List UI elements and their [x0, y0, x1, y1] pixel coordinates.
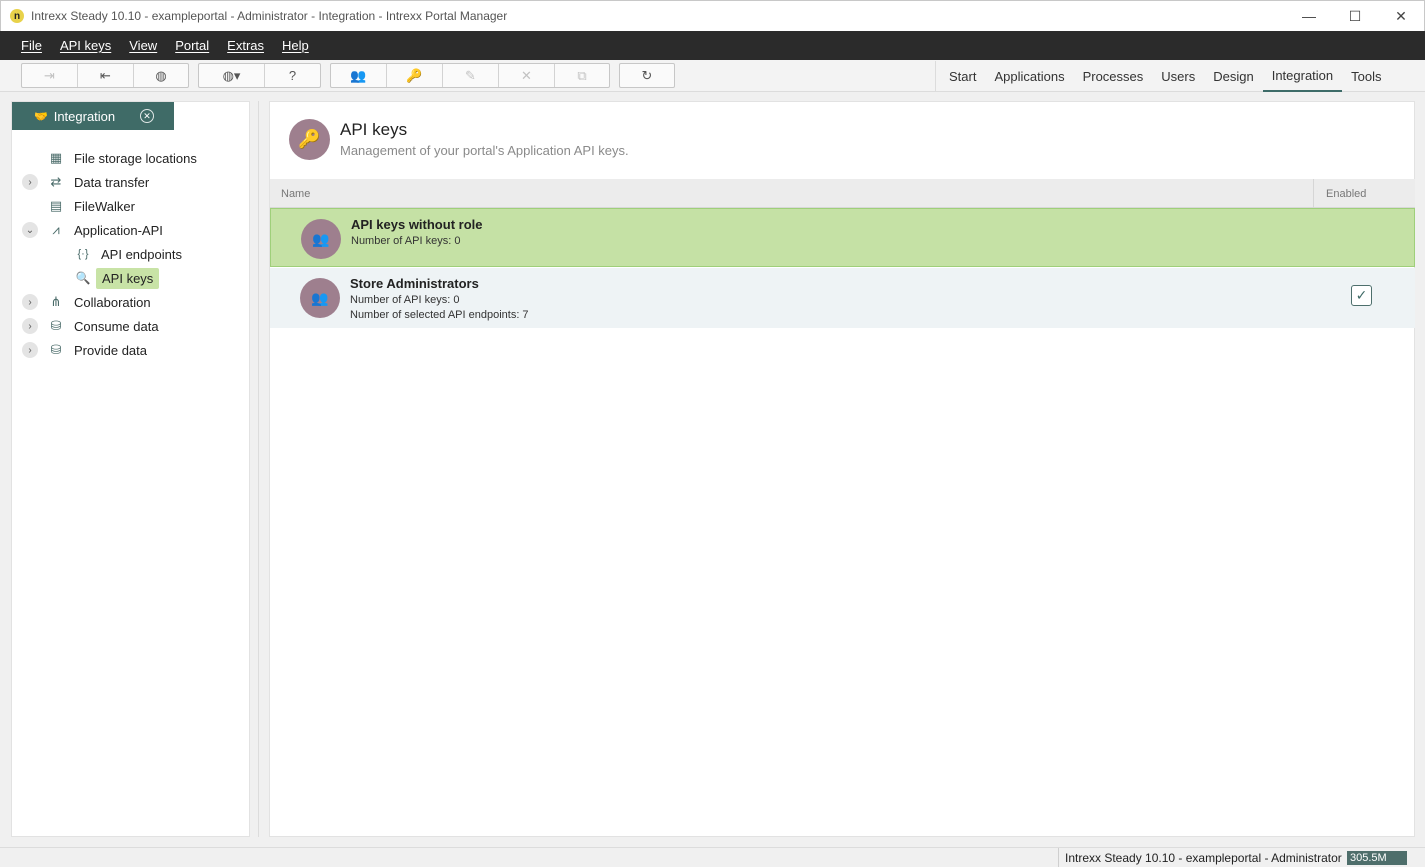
- key-icon[interactable]: 🔑: [387, 64, 443, 87]
- tree-item-provide-data[interactable]: › ⛁ Provide data: [12, 338, 249, 362]
- refresh-icon[interactable]: ↻: [620, 64, 674, 87]
- role-group-icon: 👥: [300, 278, 340, 318]
- tab-integration[interactable]: Integration: [1262, 61, 1343, 92]
- window-title: Intrexx Steady 10.10 - exampleportal - A…: [31, 9, 508, 23]
- table-header: Name Enabled: [270, 179, 1415, 208]
- tab-design[interactable]: Design: [1204, 61, 1262, 92]
- copy-icon[interactable]: ⧉: [555, 64, 609, 87]
- tree-item-collaboration[interactable]: › ⋔ Collaboration: [12, 290, 249, 314]
- tree-item-file-storage-locations[interactable]: ▦ File storage locations: [12, 146, 249, 170]
- tree-item-label: FileWalker: [74, 198, 135, 214]
- login-icon[interactable]: ⇥: [22, 64, 78, 87]
- minimize-button[interactable]: —: [1286, 1, 1332, 31]
- window-controls: — ☐ ✕: [1286, 1, 1424, 31]
- enabled-checkbox[interactable]: ✓: [1351, 285, 1372, 306]
- tab-tools[interactable]: Tools: [1342, 61, 1390, 92]
- logout-icon[interactable]: ⇤: [78, 64, 134, 87]
- column-header-enabled[interactable]: Enabled: [1313, 179, 1415, 208]
- row-title: API keys without role: [351, 217, 483, 232]
- edit-icon[interactable]: ✎: [443, 64, 499, 87]
- toolbar-group-help: ◍▾ ?: [198, 63, 321, 88]
- api-icon: ⩘: [52, 222, 60, 237]
- tree-item-label: Data transfer: [74, 174, 150, 190]
- status-bar: Intrexx Steady 10.10 - exampleportal - A…: [0, 847, 1425, 867]
- tree-item-label: Provide data: [74, 342, 147, 358]
- collaboration-icon: ⋔: [50, 294, 62, 309]
- row-title: Store Administrators: [350, 276, 479, 291]
- globe-icon[interactable]: ◍: [134, 64, 188, 87]
- roles-icon[interactable]: 👥: [331, 64, 387, 87]
- menu-extras[interactable]: Extras: [218, 38, 273, 53]
- tree-item-filewalker[interactable]: ▤ FileWalker: [12, 194, 249, 218]
- menu-bar: File API keys View Portal Extras Help: [0, 31, 1425, 60]
- integration-tree: ▦ File storage locations › ⇄ Data transf…: [12, 146, 249, 362]
- tree-item-label: File storage locations: [74, 150, 197, 166]
- menu-file[interactable]: File: [12, 38, 51, 53]
- row-api-key-count: Number of API keys: 0: [350, 294, 460, 306]
- menu-help[interactable]: Help: [273, 38, 318, 53]
- row-endpoint-count: Number of selected API endpoints: 7: [350, 309, 529, 321]
- tree-item-api-endpoints[interactable]: {·} API endpoints: [12, 242, 249, 266]
- menu-portal[interactable]: Portal: [166, 38, 218, 53]
- tree-item-label: Consume data: [74, 318, 159, 334]
- toolbar-group-refresh: ↻: [619, 63, 675, 88]
- title-bar: n Intrexx Steady 10.10 - exampleportal -…: [0, 0, 1425, 31]
- menu-view[interactable]: View: [120, 38, 166, 53]
- tree-item-label: API endpoints: [101, 246, 182, 262]
- close-button[interactable]: ✕: [1378, 1, 1424, 31]
- handshake-icon: 🤝: [34, 110, 48, 123]
- tab-start[interactable]: Start: [940, 61, 985, 92]
- toolbar-group-portal: ⇥ ⇤ ◍: [21, 63, 189, 88]
- tab-processes[interactable]: Processes: [1074, 61, 1153, 92]
- page-subtitle: Management of your portal's Application …: [340, 143, 629, 158]
- table-row[interactable]: 👥 API keys without role Number of API ke…: [270, 208, 1415, 267]
- row-api-key-count: Number of API keys: 0: [351, 235, 461, 247]
- integration-panel-tab[interactable]: 🤝 Integration ✕: [12, 102, 174, 130]
- menu-api-keys[interactable]: API keys: [51, 38, 120, 53]
- tree-item-label: Collaboration: [74, 294, 151, 310]
- transfer-icon: ⇄: [50, 174, 62, 189]
- status-text: Intrexx Steady 10.10 - exampleportal - A…: [1058, 848, 1342, 867]
- tree-item-application-api[interactable]: ⌄ ⩘ Application-API: [12, 218, 249, 242]
- expand-icon[interactable]: ›: [22, 342, 38, 358]
- expand-icon[interactable]: ›: [22, 174, 38, 190]
- database-icon: ⛁: [50, 342, 62, 357]
- tab-applications[interactable]: Applications: [985, 61, 1073, 92]
- close-tab-icon[interactable]: ✕: [140, 109, 154, 123]
- maximize-button[interactable]: ☐: [1332, 1, 1378, 31]
- panel-tab-label: Integration: [53, 108, 116, 124]
- panel-splitter[interactable]: [258, 101, 259, 837]
- app-logo-icon: n: [10, 9, 24, 23]
- key-icon: 🔑: [289, 119, 330, 160]
- collapse-icon[interactable]: ⌄: [22, 222, 38, 238]
- role-group-icon: 👥: [301, 219, 341, 259]
- column-header-name[interactable]: Name: [281, 188, 310, 200]
- expand-icon[interactable]: ›: [22, 294, 38, 310]
- filewalker-icon: ▤: [49, 198, 63, 213]
- module-tabs: Start Applications Processes Users Desig…: [935, 61, 1425, 92]
- main-content: 🔑 API keys Management of your portal's A…: [269, 101, 1415, 837]
- database-icon: ⛁: [50, 318, 62, 333]
- tree-item-label: Application-API: [74, 222, 163, 238]
- key-search-icon: 🔍: [75, 271, 91, 285]
- storage-icon: ▦: [49, 150, 63, 165]
- delete-icon[interactable]: ✕: [499, 64, 555, 87]
- expand-icon[interactable]: ›: [22, 318, 38, 334]
- help-icon[interactable]: ?: [265, 64, 320, 87]
- tree-item-consume-data[interactable]: › ⛁ Consume data: [12, 314, 249, 338]
- toolbar: ⇥ ⇤ ◍ ◍▾ ? 👥 🔑 ✎ ✕ ⧉ ↻ Start Application…: [0, 60, 1425, 92]
- tree-item-label: API keys: [96, 267, 160, 289]
- tree-item-data-transfer[interactable]: › ⇄ Data transfer: [12, 170, 249, 194]
- endpoint-icon: {·}: [77, 248, 89, 260]
- tab-users[interactable]: Users: [1152, 61, 1204, 92]
- page-title: API keys: [340, 120, 408, 139]
- tree-item-api-keys[interactable]: 🔍 API keys: [12, 266, 249, 290]
- left-panel: 🤝 Integration ✕ ▦ File storage locations…: [11, 101, 250, 837]
- language-dropdown-icon[interactable]: ◍▾: [199, 64, 265, 87]
- table-row[interactable]: 👥 Store Administrators Number of API key…: [270, 268, 1415, 328]
- toolbar-group-edit: 👥 🔑 ✎ ✕ ⧉: [330, 63, 610, 88]
- memory-indicator[interactable]: 305.5M: [1347, 851, 1407, 865]
